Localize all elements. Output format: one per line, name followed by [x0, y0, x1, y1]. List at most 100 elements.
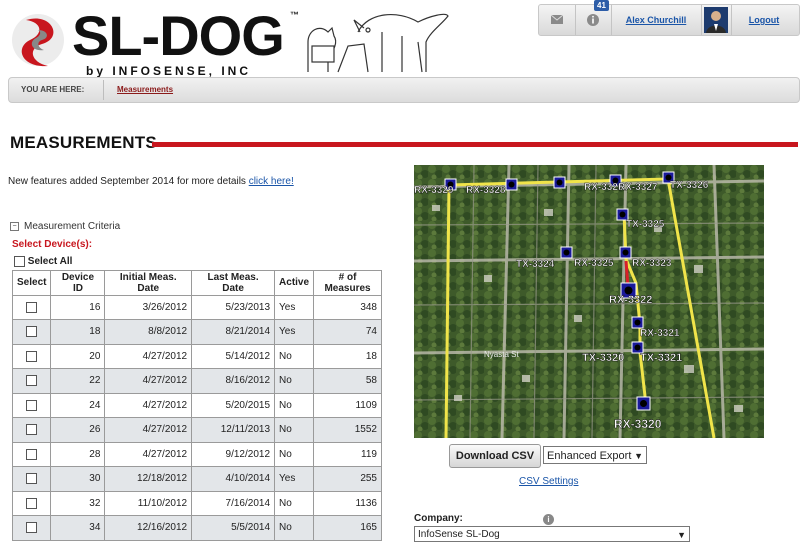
map-label: RX-3322 [609, 294, 652, 306]
row-select [11, 392, 52, 418]
initial-date: 4/27/2012 [104, 392, 193, 418]
active-status: Yes [274, 294, 315, 320]
info-icon[interactable]: i [543, 514, 554, 525]
initial-date: 4/27/2012 [104, 343, 193, 369]
export-type-select[interactable]: Enhanced Export ▼ [543, 446, 647, 464]
brand-tagline: by INFOSENSE, INC [86, 64, 252, 78]
table-row[interactable]: 22 4/27/2012 8/16/2012 No 58 [11, 368, 382, 394]
map-label: RX-3327 [618, 182, 658, 193]
select-devices-label: Select Device(s): [12, 239, 93, 250]
logout-link[interactable]: Logout [731, 5, 797, 35]
last-date: 5/5/2014 [191, 515, 276, 541]
map-label: RX-3321 [640, 328, 680, 339]
export-type-value: Enhanced Export [547, 450, 632, 462]
row-checkbox[interactable] [26, 522, 38, 534]
mail-button[interactable] [539, 5, 576, 35]
table-row[interactable]: 28 4/27/2012 9/12/2012 No 119 [11, 441, 382, 467]
row-select [11, 294, 52, 320]
active-status: Yes [274, 319, 315, 345]
brand-name: SL-DOG [72, 4, 285, 67]
measure-count: 119 [313, 441, 382, 467]
initial-date: 12/18/2012 [104, 466, 193, 492]
envelope-icon [550, 14, 564, 24]
table-row[interactable]: 24 4/27/2012 5/20/2015 No 1109 [11, 392, 382, 418]
user-name-link[interactable]: Alex Churchill [611, 5, 701, 35]
table-row[interactable]: 32 11/10/2012 7/16/2014 No 1136 [11, 490, 382, 516]
active-status: No [274, 392, 315, 418]
map-label: RX-3320 [614, 417, 662, 431]
measure-count: 1109 [313, 392, 382, 418]
measure-count: 74 [313, 319, 382, 345]
collapse-toggle-icon[interactable]: − [10, 221, 19, 231]
features-notice: New features added September 2014 for mo… [8, 176, 294, 187]
row-checkbox[interactable] [26, 301, 38, 313]
avatar-image [704, 7, 728, 33]
initial-date: 8/8/2012 [104, 319, 193, 345]
table-row[interactable]: 26 4/27/2012 12/11/2013 No 1552 [11, 417, 382, 443]
device-id: 28 [50, 441, 106, 467]
row-checkbox[interactable] [26, 497, 38, 509]
table-row[interactable]: 16 3/26/2012 5/23/2013 Yes 348 [11, 294, 382, 320]
active-status: No [274, 490, 315, 516]
breadcrumb: YOU ARE HERE: Measurements [8, 77, 800, 103]
col-last-date[interactable]: Last Meas. Date [191, 270, 276, 296]
last-date: 5/14/2012 [191, 343, 276, 369]
logout-cell: Logout [731, 5, 797, 35]
last-date: 7/16/2014 [191, 490, 276, 516]
table-header-row: Select Device ID Initial Meas. Date Last… [11, 270, 382, 296]
map-label: TX-3325 [626, 219, 665, 230]
chevron-down-icon: ▼ [634, 451, 643, 461]
select-all-checkbox[interactable] [14, 256, 25, 267]
active-status: No [274, 515, 315, 541]
download-csv-button[interactable]: Download CSV [449, 444, 541, 468]
col-device-id[interactable]: Device ID [50, 270, 106, 296]
row-select [11, 515, 52, 541]
col-measures[interactable]: # of Measures [313, 270, 382, 296]
row-checkbox[interactable] [26, 399, 38, 411]
col-active[interactable]: Active [274, 270, 315, 296]
map-label: RX-3329 [414, 185, 454, 196]
row-checkbox[interactable] [26, 448, 38, 460]
measure-count: 18 [313, 343, 382, 369]
device-id: 26 [50, 417, 106, 443]
table-row[interactable]: 34 12/16/2012 5/5/2014 No 165 [11, 515, 382, 541]
table-row[interactable]: 18 8/8/2012 8/21/2014 Yes 74 [11, 319, 382, 345]
initial-date: 4/27/2012 [104, 441, 193, 467]
row-checkbox[interactable] [26, 375, 38, 387]
row-select [11, 343, 52, 369]
last-date: 12/11/2013 [191, 417, 276, 443]
col-initial-date[interactable]: Initial Meas. Date [104, 270, 193, 296]
measure-count: 58 [313, 368, 382, 394]
select-all: Select All [14, 256, 72, 267]
street-label: Nyasta St [484, 350, 519, 359]
last-date: 8/21/2014 [191, 319, 276, 345]
initial-date: 4/27/2012 [104, 417, 193, 443]
initial-date: 11/10/2012 [104, 490, 193, 516]
breadcrumb-current-link[interactable]: Measurements [117, 78, 173, 102]
col-select[interactable]: Select [11, 270, 52, 296]
company-select[interactable]: InfoSense SL-Dog ▼ [414, 526, 690, 542]
active-status: No [274, 441, 315, 467]
features-link[interactable]: click here! [249, 176, 294, 187]
table-row[interactable]: 30 12/18/2012 4/10/2014 Yes 255 [11, 466, 382, 492]
row-select [11, 441, 52, 467]
features-text: New features added September 2014 for mo… [8, 176, 249, 187]
criteria-header[interactable]: − Measurement Criteria [10, 221, 120, 232]
table-row[interactable]: 20 4/27/2012 5/14/2012 No 18 [11, 343, 382, 369]
avatar[interactable] [701, 5, 732, 35]
dog-cat-cartoon-icon [307, 13, 449, 73]
swirl-logo-icon [12, 14, 64, 67]
device-id: 24 [50, 392, 106, 418]
csv-settings-link[interactable]: CSV Settings [519, 476, 578, 487]
satellite-map[interactable]: RX-3329 RX-3328 RX-3328 RX-3326 RX-3327 … [414, 165, 764, 438]
row-checkbox[interactable] [26, 350, 38, 362]
active-status: Yes [274, 466, 315, 492]
measure-count: 255 [313, 466, 382, 492]
map-label: TX-3321 [640, 352, 682, 364]
active-status: No [274, 343, 315, 369]
row-checkbox[interactable] [26, 424, 38, 436]
row-checkbox[interactable] [26, 473, 38, 485]
chevron-down-icon: ▼ [677, 530, 686, 540]
row-select [11, 368, 52, 394]
row-checkbox[interactable] [26, 326, 38, 338]
